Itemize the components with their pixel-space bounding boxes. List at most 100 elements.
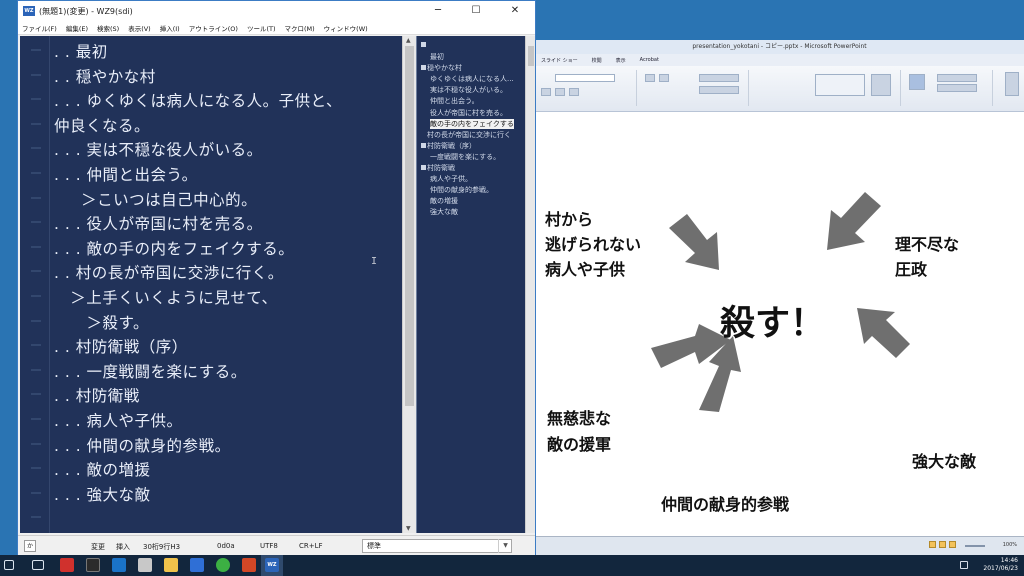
close-icon[interactable]: ✕ <box>495 1 535 21</box>
powerpoint-icon[interactable] <box>242 558 256 572</box>
outline-pane[interactable]: 最初 穏やかな村 ゆくゆくは病人になる人... 実は不穏な役人がいる。 仲間と出会う。役… <box>416 36 525 533</box>
find-icon[interactable] <box>1005 72 1019 96</box>
editor-line[interactable]: . . . 一度戦闘を楽にする。 <box>54 360 247 382</box>
editor-line[interactable]: . . 村防衛戦 <box>54 384 140 406</box>
outline-item[interactable]: 役人が帝国に村を売る。 <box>430 108 507 118</box>
menu-macro[interactable]: マクロ(M) <box>284 23 314 33</box>
fill-icon[interactable] <box>937 74 977 82</box>
line-app-icon[interactable] <box>216 558 230 572</box>
maximize-icon[interactable]: ☐ <box>457 1 495 21</box>
editor-line[interactable]: . . 穏やかな村 <box>54 65 156 87</box>
editor-line[interactable]: . . . 実は不穏な役人がいる。 <box>54 138 263 160</box>
ribbon-tab[interactable]: スライド ショー <box>541 57 578 64</box>
editor-line[interactable]: 仲良くなる。 <box>54 114 150 136</box>
outline-item[interactable]: 穏やかな村 <box>427 63 462 73</box>
normal-view-icon[interactable] <box>929 541 936 548</box>
outline-item[interactable]: 実は不穏な役人がいる。 <box>430 85 507 95</box>
editor-line[interactable]: . . . 敵の手の内をフェイクする。 <box>54 237 294 259</box>
shapes-gallery[interactable] <box>815 74 865 96</box>
outline-item[interactable]: 強大な敵 <box>430 207 458 217</box>
outline-collapse-icon[interactable] <box>421 65 426 71</box>
outline-item[interactable]: 最初 <box>430 52 444 62</box>
align-text-icon[interactable] <box>699 86 739 94</box>
network-icon[interactable] <box>960 561 968 569</box>
scroll-down-icon[interactable]: ▼ <box>406 525 411 532</box>
powerpoint-window[interactable]: presentation_yokotani - コピー.pptx - Micro… <box>534 40 1024 555</box>
reading-view-icon[interactable] <box>949 541 956 548</box>
editor-scrollbar[interactable]: ▲ ▼ <box>402 36 416 533</box>
folder-icon[interactable] <box>164 558 178 572</box>
chevron-down-icon[interactable]: ▼ <box>498 539 512 553</box>
menu-outline[interactable]: アウトライン(O) <box>189 23 238 33</box>
outline-item[interactable]: 一度戦闘を楽にする。 <box>430 152 500 162</box>
underline-icon[interactable] <box>569 88 579 96</box>
numbering-icon[interactable] <box>659 74 669 82</box>
editor-line[interactable]: ＞こいつは自己中心的。 <box>54 188 257 210</box>
editor-line[interactable]: . . . 強大な敵 <box>54 483 151 505</box>
text-direction-icon[interactable] <box>699 74 739 82</box>
scroll-up-icon[interactable]: ▲ <box>406 37 411 44</box>
editor-line[interactable]: . . . 敵の増援 <box>54 458 151 480</box>
status-encoding[interactable]: UTF8 <box>260 542 278 550</box>
menu-edit[interactable]: 編集(E) <box>66 23 88 33</box>
editor-line[interactable]: . . . 病人や子供。 <box>54 409 183 431</box>
outline-collapse-icon[interactable] <box>421 142 426 148</box>
status-newline[interactable]: CR+LF <box>299 542 323 550</box>
menu-window[interactable]: ウィンドウ(W) <box>324 23 368 33</box>
zoom-level[interactable]: 100% <box>1003 542 1017 548</box>
media-icon[interactable] <box>138 558 152 572</box>
outline-collapse-icon[interactable] <box>421 165 426 170</box>
style-select[interactable]: 標準 <box>362 539 512 553</box>
wz-taskbar-icon[interactable]: WZ <box>265 558 279 572</box>
quick-style-icon[interactable] <box>909 74 925 90</box>
ribbon-tab[interactable]: 校閲 <box>592 57 602 64</box>
editor-line[interactable]: . . . 仲間の献身的参戦。 <box>54 434 231 456</box>
outline-root-icon[interactable] <box>421 42 426 47</box>
bold-icon[interactable] <box>541 88 551 96</box>
editor-line[interactable]: ＞殺す。 <box>54 311 149 333</box>
text-editor[interactable]: I . . 最初 . . 穏やかな村. . . ゆくゆくは病人になる人。子供と、仲… <box>20 36 402 533</box>
ribbon-tab[interactable]: Acrobat <box>640 57 659 63</box>
zoom-slider[interactable] <box>965 545 985 547</box>
font-select[interactable] <box>555 74 615 82</box>
minimize-icon[interactable]: ─ <box>419 1 457 21</box>
menu-file[interactable]: ファイル(F) <box>22 23 57 33</box>
editor-line[interactable]: . . . 役人が帝国に村を売る。 <box>54 212 263 234</box>
italic-icon[interactable] <box>555 88 565 96</box>
menu-tools[interactable]: ツール(T) <box>247 23 276 33</box>
editor-line[interactable]: . . 村の長が帝国に交渉に行く。 <box>54 261 284 283</box>
task-view-icon[interactable] <box>32 560 44 570</box>
ime-indicator[interactable]: か <box>24 540 36 552</box>
outline-item[interactable]: 病人や子供。 <box>430 174 472 184</box>
editor-line[interactable]: . . 最初 <box>54 40 108 62</box>
outline-scrollbar[interactable] <box>525 36 535 533</box>
bullets-icon[interactable] <box>645 74 655 82</box>
terminal-icon[interactable] <box>86 558 100 572</box>
outline-item[interactable]: 敵の手の内をフェイクする <box>430 118 514 129</box>
edge-icon[interactable] <box>112 558 126 572</box>
outline-scrollbar-thumb[interactable] <box>528 46 534 66</box>
ribbon-tab[interactable]: 表示 <box>616 57 626 64</box>
outline-item[interactable]: 村防衛戦 <box>427 163 455 173</box>
editor-line[interactable]: . . 村防衛戦（序） <box>54 335 188 357</box>
arrange-button[interactable] <box>871 74 891 96</box>
menu-view[interactable]: 表示(V) <box>128 23 151 33</box>
wz-editor-window[interactable]: WZ (無題1)(変更) - WZ9(sdi) ─ ☐ ✕ ファイル(F) 編集… <box>17 0 536 555</box>
menu-insert[interactable]: 挿入(I) <box>160 23 180 33</box>
outline-item[interactable]: ゆくゆくは病人になる人... <box>430 74 514 84</box>
outline-item[interactable]: 敵の増援 <box>430 196 458 206</box>
outline-item[interactable]: 村防衛戦（序） <box>427 141 476 151</box>
vivaldi-icon[interactable] <box>60 558 74 572</box>
scrollbar-thumb[interactable] <box>405 46 414 406</box>
clock[interactable]: 14:46 2017/06/23 <box>983 557 1018 573</box>
editor-line[interactable]: . . . 仲間と出会う。 <box>54 163 198 185</box>
start-icon[interactable] <box>4 560 14 570</box>
editor-line[interactable]: ＞上手くいくように見せて、 <box>54 286 278 308</box>
editor-line[interactable]: . . . ゆくゆくは病人になる人。子供と、 <box>54 89 342 111</box>
outline-item[interactable]: 村の長が帝国に交渉に行く <box>427 130 511 140</box>
outline-item[interactable]: 仲間と出会う。 <box>430 96 479 106</box>
menu-search[interactable]: 検索(S) <box>97 23 119 33</box>
store-icon[interactable] <box>190 558 204 572</box>
status-insert[interactable]: 挿入 <box>116 542 130 552</box>
outline-item[interactable]: 仲間の献身的参戦。 <box>430 185 493 195</box>
